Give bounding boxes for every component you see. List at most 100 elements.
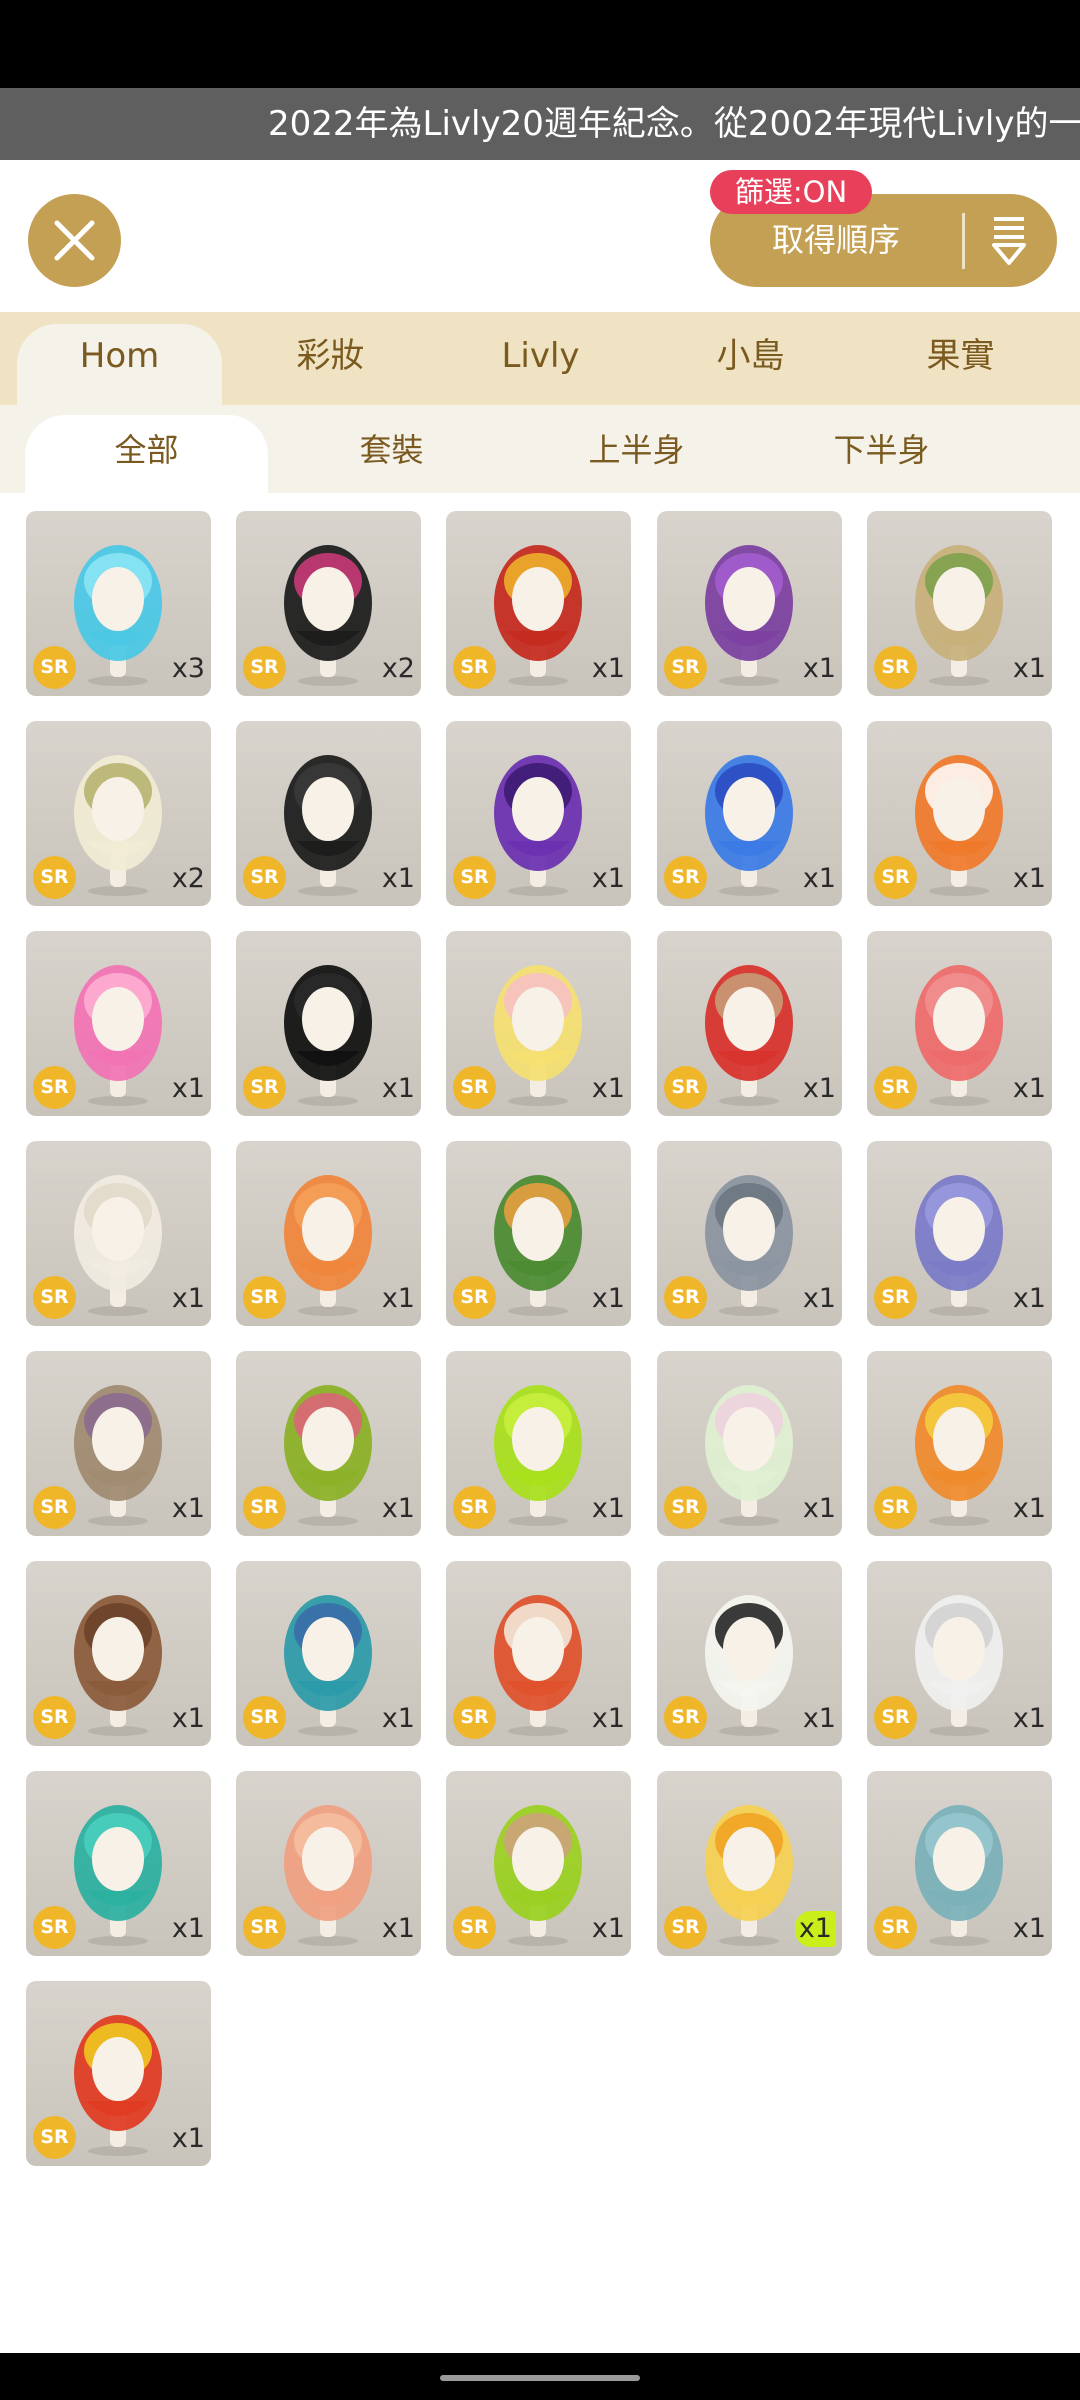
item-card[interactable]: SR x1 xyxy=(867,1771,1052,1956)
tab-makeup[interactable]: 彩妝 xyxy=(228,324,433,405)
item-card[interactable]: SR x1 xyxy=(236,1141,421,1326)
filter-status-badge[interactable]: 篩選:ON xyxy=(710,170,872,214)
item-card[interactable]: SR x1 xyxy=(26,1561,211,1746)
item-card[interactable]: SR x1 xyxy=(657,1141,842,1326)
item-card[interactable]: SR x1 xyxy=(657,931,842,1116)
item-card[interactable]: SR x1 xyxy=(236,1771,421,1956)
subtab-upper-body[interactable]: 上半身 xyxy=(515,415,758,493)
item-quantity: x1 xyxy=(381,1283,415,1314)
rarity-badge: SR xyxy=(664,1276,707,1319)
item-quantity: x1 xyxy=(381,1703,415,1734)
subtab-lower-body[interactable]: 下半身 xyxy=(760,415,1003,493)
item-card[interactable]: SR x1 xyxy=(867,931,1052,1116)
item-card[interactable]: SR x1 xyxy=(236,721,421,906)
item-quantity: x1 xyxy=(591,1493,625,1524)
rarity-badge: SR xyxy=(33,1696,76,1739)
rarity-badge: SR xyxy=(664,1696,707,1739)
item-quantity: x1 xyxy=(591,653,625,684)
item-card[interactable]: SR x1 xyxy=(446,1141,631,1326)
item-card[interactable]: SR x1 xyxy=(446,721,631,906)
sort-order-icon[interactable] xyxy=(990,215,1030,267)
rarity-badge: SR xyxy=(243,1906,286,1949)
close-button[interactable] xyxy=(28,194,121,287)
rarity-badge: SR xyxy=(243,1696,286,1739)
rarity-badge: SR xyxy=(453,1906,496,1949)
item-card[interactable]: SR x1 xyxy=(657,511,842,696)
item-card[interactable]: SR x1 xyxy=(26,1141,211,1326)
ticker-text: 2022年為Livly20週年紀念。從2002年現代Livly的一廊 xyxy=(268,104,1080,144)
item-card[interactable]: SR x1 xyxy=(657,721,842,906)
item-card[interactable]: SR x2 xyxy=(236,511,421,696)
sort-label: 取得順序 xyxy=(772,221,901,259)
rarity-badge: SR xyxy=(453,1696,496,1739)
close-icon xyxy=(54,220,95,261)
item-card[interactable]: SR x1 xyxy=(867,1561,1052,1746)
rarity-badge: SR xyxy=(664,1066,707,1109)
item-quantity: x1 xyxy=(591,1913,625,1944)
tab-home[interactable]: Hom xyxy=(17,324,222,405)
item-card[interactable]: SR x1 xyxy=(867,1351,1052,1536)
item-card[interactable]: SR x1 xyxy=(446,931,631,1116)
item-quantity: x1 xyxy=(171,1703,205,1734)
rarity-badge: SR xyxy=(874,1276,917,1319)
rarity-badge: SR xyxy=(33,1066,76,1109)
item-quantity: x1 xyxy=(591,1703,625,1734)
item-card[interactable]: SR x2 xyxy=(26,721,211,906)
rarity-badge: SR xyxy=(33,646,76,689)
item-card[interactable]: SR x1 xyxy=(446,1351,631,1536)
rarity-badge: SR xyxy=(243,856,286,899)
item-card[interactable]: SR x1 xyxy=(657,1351,842,1536)
rarity-badge: SR xyxy=(874,1696,917,1739)
item-quantity: x1 xyxy=(591,863,625,894)
item-quantity: x1 xyxy=(1012,653,1046,684)
item-card[interactable]: SR x1 xyxy=(236,1351,421,1536)
rarity-badge: SR xyxy=(874,1066,917,1109)
item-card[interactable]: SR x1 xyxy=(657,1561,842,1746)
rarity-badge: SR xyxy=(664,1486,707,1529)
item-quantity: x1 xyxy=(171,1283,205,1314)
rarity-badge: SR xyxy=(33,1276,76,1319)
item-card[interactable]: SR x1 xyxy=(26,931,211,1116)
item-quantity: x1 xyxy=(802,863,836,894)
item-card[interactable]: SR x1 xyxy=(446,511,631,696)
item-quantity: x1 xyxy=(381,1493,415,1524)
item-quantity: x1 xyxy=(802,653,836,684)
item-quantity: x1 xyxy=(802,1073,836,1104)
rarity-badge: SR xyxy=(453,1486,496,1529)
item-card[interactable]: SR x1 xyxy=(26,1981,211,2166)
rarity-badge: SR xyxy=(664,1906,707,1949)
item-card[interactable]: SR x1 xyxy=(26,1771,211,1956)
rarity-badge: SR xyxy=(453,856,496,899)
subtab-set[interactable]: 套裝 xyxy=(270,415,513,493)
item-card[interactable]: SR x1 xyxy=(867,1141,1052,1326)
item-quantity: x1 xyxy=(1012,1073,1046,1104)
sort-divider xyxy=(962,213,965,269)
tab-livly[interactable]: Livly xyxy=(438,324,643,405)
item-quantity: x1 xyxy=(171,1913,205,1944)
item-card[interactable]: SR x1 xyxy=(867,511,1052,696)
rarity-badge: SR xyxy=(243,1486,286,1529)
navigation-bar xyxy=(0,2353,1080,2400)
item-card[interactable]: SR x1 xyxy=(867,721,1052,906)
tab-fruit[interactable]: 果實 xyxy=(858,324,1063,405)
home-indicator[interactable] xyxy=(440,2375,640,2381)
item-quantity: x1 xyxy=(802,1283,836,1314)
item-card[interactable]: SR x1 xyxy=(446,1771,631,1956)
item-quantity: x1 xyxy=(171,1493,205,1524)
item-grid: SR x3 SR x2 SR x1 SR x1 SR x1 SR x2 SR x1 SR x1 SR x1 SR x1… xyxy=(0,493,1080,2353)
item-quantity: x2 xyxy=(381,653,415,684)
item-card[interactable]: SR x1 xyxy=(26,1351,211,1536)
item-quantity: x1 xyxy=(802,1493,836,1524)
item-quantity: x1 xyxy=(802,1703,836,1734)
item-quantity: x1 xyxy=(381,863,415,894)
header: 取得順序 篩選:ON xyxy=(0,160,1080,312)
item-card[interactable]: SR x3 xyxy=(26,511,211,696)
subtab-all[interactable]: 全部 xyxy=(25,415,268,493)
category-tabs: Hom 彩妝 Livly 小島 果實 xyxy=(0,312,1080,405)
item-card[interactable]: SR x1 xyxy=(657,1771,842,1956)
item-card[interactable]: SR x1 xyxy=(236,931,421,1116)
tab-island[interactable]: 小島 xyxy=(648,324,853,405)
item-card[interactable]: SR x1 xyxy=(236,1561,421,1746)
item-card[interactable]: SR x1 xyxy=(446,1561,631,1746)
item-quantity: x1 xyxy=(171,2123,205,2154)
